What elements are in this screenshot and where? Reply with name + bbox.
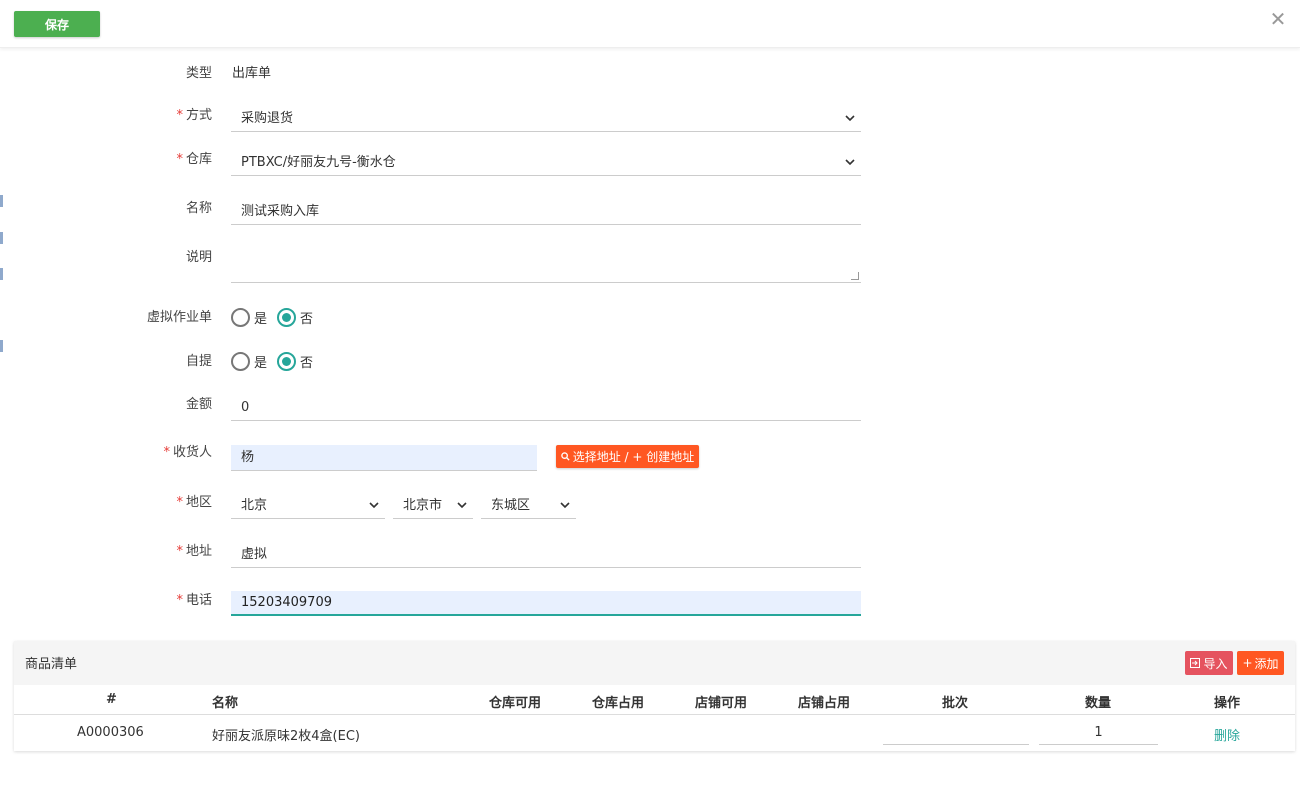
top-toolbar: 保存 ✕ bbox=[0, 0, 1300, 48]
address-input[interactable]: 虚拟 bbox=[231, 542, 861, 568]
import-button-label: 导入 bbox=[1203, 656, 1228, 671]
col-header-store-available: 店铺可用 bbox=[695, 696, 748, 711]
self-pickup-no-radio[interactable] bbox=[277, 352, 297, 371]
self-pickup-yes-radio[interactable] bbox=[231, 352, 250, 371]
phone-label: * 电话 bbox=[176, 593, 212, 608]
col-header-warehouse-available: 仓库可用 bbox=[489, 696, 542, 711]
warehouse-select-value: PTBXC/好丽友九号-衡水仓 bbox=[241, 155, 396, 170]
consignee-input[interactable]: 杨 bbox=[231, 445, 537, 471]
warehouse-select[interactable]: PTBXC/好丽友九号-衡水仓 bbox=[231, 150, 861, 176]
type-value: 出库单 bbox=[232, 66, 272, 81]
delete-link[interactable]: 删除 bbox=[1214, 725, 1240, 744]
description-textarea[interactable] bbox=[231, 243, 861, 283]
self-pickup-yes-label: 是 bbox=[254, 356, 268, 371]
col-header-action: 操作 bbox=[1214, 696, 1241, 711]
select-address-button[interactable]: 选择地址 / + 创建地址 bbox=[556, 445, 699, 468]
goods-panel-header: 商品清单 导入 + 添加 bbox=[14, 641, 1295, 685]
col-header-warehouse-occupied: 仓库占用 bbox=[592, 696, 645, 711]
district-select[interactable]: 东城区 bbox=[481, 493, 576, 519]
import-icon bbox=[1190, 658, 1201, 668]
description-label: 说明 bbox=[185, 250, 212, 265]
chevron-down-icon bbox=[845, 106, 855, 132]
import-button[interactable]: 导入 bbox=[1185, 651, 1233, 675]
method-label: * 方式 bbox=[176, 108, 212, 123]
quantity-input[interactable]: 1 bbox=[1039, 722, 1158, 745]
city-select-value: 北京市 bbox=[403, 498, 443, 513]
batch-input[interactable] bbox=[883, 722, 1029, 745]
amount-input[interactable]: 0 bbox=[231, 395, 861, 421]
row-method: * 方式 采购退货 bbox=[0, 106, 900, 136]
province-select-value: 北京 bbox=[241, 498, 268, 513]
table-header-divider bbox=[14, 714, 1295, 715]
col-header-store-occupied: 店铺占用 bbox=[798, 696, 851, 711]
region-label: * 地区 bbox=[176, 495, 212, 510]
warehouse-label: * 仓库 bbox=[176, 152, 212, 167]
amount-label: 金额 bbox=[185, 397, 212, 412]
virtual-order-no-label: 否 bbox=[300, 312, 314, 327]
address-label: * 地址 bbox=[176, 544, 212, 559]
virtual-order-yes-label: 是 bbox=[254, 312, 268, 327]
close-icon[interactable]: ✕ bbox=[1267, 7, 1289, 31]
method-select[interactable]: 采购退货 bbox=[231, 106, 861, 132]
row-warehouse: * 仓库 PTBXC/好丽友九号-衡水仓 bbox=[0, 150, 900, 180]
chevron-down-icon bbox=[369, 493, 379, 519]
virtual-order-no-radio[interactable] bbox=[277, 308, 297, 327]
method-select-value: 采购退货 bbox=[241, 111, 294, 126]
province-select[interactable]: 北京 bbox=[231, 493, 385, 519]
row-consignee: * 收货人 杨 选择地址 / + 创建地址 bbox=[0, 443, 720, 473]
goods-panel: 商品清单 导入 + 添加 # 名称 仓库可用 仓库占用 店铺可用 店铺占用 批次… bbox=[14, 641, 1295, 751]
row-phone: * 电话 15203409709 bbox=[0, 591, 900, 621]
row-address: * 地址 虚拟 bbox=[0, 542, 900, 572]
chevron-down-icon bbox=[845, 150, 855, 176]
save-button[interactable]: 保存 bbox=[14, 11, 100, 37]
col-header-quantity: 数量 bbox=[1085, 696, 1112, 711]
self-pickup-no-label: 否 bbox=[300, 356, 314, 371]
add-item-button[interactable]: + 添加 bbox=[1237, 651, 1284, 675]
name-input[interactable]: 测试采购入库 bbox=[231, 199, 861, 225]
row-region: * 地区 北京 北京市 东城区 bbox=[0, 493, 900, 523]
row-name: 名称 测试采购入库 bbox=[0, 199, 900, 229]
consignee-label: * 收货人 bbox=[163, 445, 212, 460]
chevron-down-icon bbox=[560, 493, 570, 519]
col-header-batch: 批次 bbox=[942, 696, 969, 711]
add-item-button-label: 添加 bbox=[1254, 656, 1279, 671]
row-description: 说明 bbox=[0, 248, 900, 288]
row-self-pickup: 自提 是 否 bbox=[0, 352, 900, 382]
type-label: 类型 bbox=[185, 66, 212, 81]
city-select[interactable]: 北京市 bbox=[393, 493, 473, 519]
phone-input[interactable]: 15203409709 bbox=[231, 591, 861, 616]
virtual-order-radio-group: 是 否 bbox=[231, 308, 319, 327]
district-select-value: 东城区 bbox=[491, 498, 531, 513]
plus-icon: + bbox=[1242, 656, 1253, 670]
row-code: A0000306 bbox=[77, 725, 144, 740]
chevron-down-icon bbox=[457, 493, 467, 519]
col-header-index: # bbox=[106, 692, 117, 707]
resize-grip-icon[interactable] bbox=[851, 272, 859, 280]
row-amount: 金额 0 bbox=[0, 395, 900, 425]
self-pickup-label: 自提 bbox=[185, 354, 212, 369]
virtual-order-yes-radio[interactable] bbox=[231, 308, 250, 327]
virtual-order-label: 虚拟作业单 bbox=[146, 310, 212, 325]
goods-panel-title: 商品清单 bbox=[25, 657, 78, 672]
search-icon bbox=[560, 452, 570, 461]
row-type: 类型 出库单 bbox=[0, 64, 900, 94]
self-pickup-radio-group: 是 否 bbox=[231, 352, 319, 371]
row-virtual-order: 虚拟作业单 是 否 bbox=[0, 308, 900, 338]
row-name: 好丽友派原味2枚4盒(EC) bbox=[212, 729, 360, 744]
select-address-button-label: 选择地址 / + 创建地址 bbox=[572, 450, 695, 464]
col-header-name: 名称 bbox=[212, 696, 239, 711]
name-label: 名称 bbox=[185, 201, 212, 216]
